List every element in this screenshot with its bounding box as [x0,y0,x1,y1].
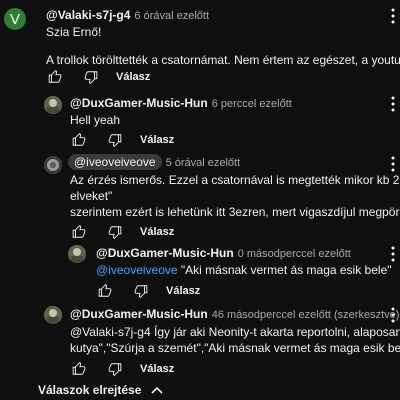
comment-timestamp[interactable]: 6 órával ezelőtt [134,10,209,22]
like-icon[interactable] [94,282,116,300]
avatar[interactable] [68,245,86,263]
more-vert-icon[interactable] [390,156,396,172]
comment-text-line: Szia Ernő! [46,25,102,39]
more-vert-icon[interactable] [390,246,396,262]
comment-text-line: Hell yeah [70,113,121,127]
comment-text-line: elveket" [70,189,113,203]
dislike-icon[interactable] [104,360,126,378]
comment-text-line: A trollok törölttették a csatornámat. Ne… [46,53,400,67]
comment-author[interactable]: @iveoveiveove 5 órával ezelőtt [68,154,241,170]
comment-actions: Válasz [94,282,200,300]
hide-replies-label: Válaszok elrejtése [38,383,142,397]
author-name[interactable]: @DuxGamer-Music-Hun [96,246,234,260]
comment-text-line: @Valaki-s7j-g4 Így jár aki Neonity-t aka… [70,325,400,339]
avatar[interactable] [44,306,62,324]
comment-timestamp[interactable]: 5 órával ezelőtt [166,157,241,169]
comment-text-line: Az érzés ismerős. Ezzel a csatornával is… [70,173,400,187]
comment-text-line: @iveoveiveove "Aki másnak vermet ás maga… [96,262,392,278]
like-icon[interactable] [68,223,90,241]
comment-actions: Válasz [68,131,174,149]
author-name[interactable]: @DuxGamer-Music-Hun [70,307,208,321]
comment-actions: Válasz [68,360,174,378]
comment-author[interactable]: @DuxGamer-Music-Hun 0 másodperccel ezelőt… [96,246,351,260]
dislike-icon[interactable] [130,282,152,300]
comment-timestamp[interactable]: 6 perccel ezelőtt [212,98,292,110]
author-name[interactable]: @DuxGamer-Music-Hun [70,96,208,110]
avatar[interactable] [44,156,62,174]
comment-text-line: szerintem ezért is lehetünk itt 3ezren, … [70,205,400,219]
more-vert-icon[interactable] [390,307,396,323]
reply-button[interactable]: Válasz [166,285,200,297]
avatar[interactable] [44,96,62,114]
avatar[interactable]: V [4,8,26,30]
like-icon[interactable] [68,360,90,378]
comment-actions: Válasz [68,223,174,241]
more-vert-icon[interactable] [390,8,396,24]
reply-button[interactable]: Válasz [116,71,150,83]
comment-actions: Válasz [44,68,150,86]
mention-link[interactable]: @iveoveiveove [96,263,178,277]
comment-author[interactable]: @Valaki-s7j-g4 6 órával ezelőtt [46,8,209,22]
comment-author[interactable]: @DuxGamer-Music-Hun 46 másodperccel ezelő… [70,307,399,321]
dislike-icon[interactable] [104,223,126,241]
like-icon[interactable] [68,131,90,149]
reply-button[interactable]: Válasz [140,226,174,238]
hide-replies-button[interactable]: Válaszok elrejtése [38,383,163,397]
comment-thread: V @Valaki-s7j-g4 6 órával ezelőtt Szia Er… [0,0,400,400]
dislike-icon[interactable] [104,131,126,149]
comment-text: "Aki másnak vermet ás maga esik bele" [177,263,392,277]
chevron-up-icon [151,386,163,394]
author-name[interactable]: @iveoveiveove [68,154,162,170]
comment-timestamp[interactable]: 0 másodperccel ezelőtt [238,248,351,260]
comment-author[interactable]: @DuxGamer-Music-Hun 6 perccel ezelőtt [70,96,292,110]
more-vert-icon[interactable] [390,96,396,112]
comment-text-line: kutya","Szúrja a szemét","Aki másnak ver… [70,341,400,355]
like-icon[interactable] [44,68,66,86]
avatar-letter: V [9,10,20,28]
author-name[interactable]: @Valaki-s7j-g4 [46,8,130,22]
reply-button[interactable]: Válasz [140,134,174,146]
reply-button[interactable]: Válasz [140,363,174,375]
dislike-icon[interactable] [80,68,102,86]
comment-timestamp[interactable]: 46 másodperccel ezelőtt (szerkesztve) [212,309,400,321]
